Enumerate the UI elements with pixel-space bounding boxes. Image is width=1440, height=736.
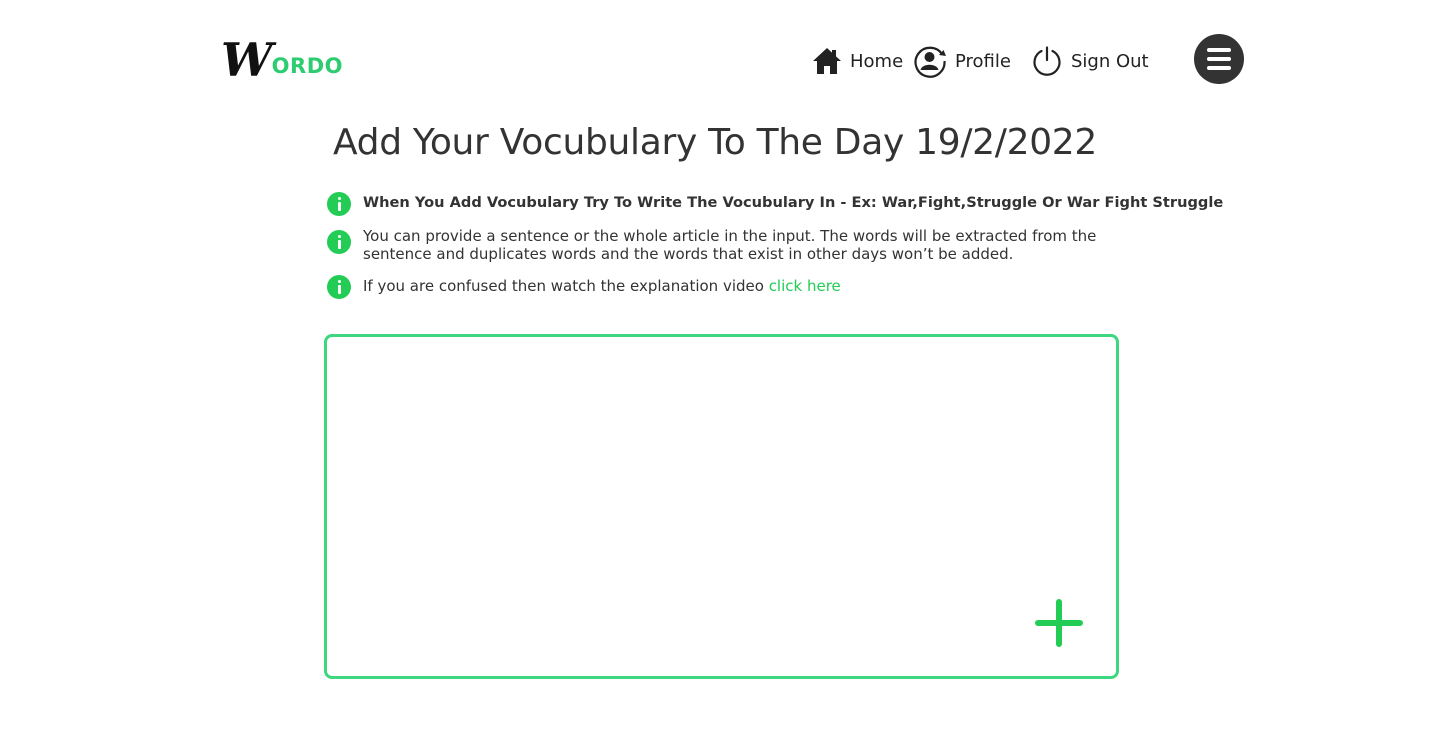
menu-button[interactable] <box>1194 34 1244 84</box>
info-tip-video-label: If you are confused then watch the expla… <box>363 277 769 295</box>
nav-signout-link[interactable]: Sign Out <box>1031 44 1149 78</box>
profile-icon <box>913 44 947 78</box>
nav-signout-label: Sign Out <box>1071 50 1149 72</box>
info-tip-video-text: If you are confused then watch the expla… <box>363 277 841 295</box>
info-tip-video: If you are confused then watch the expla… <box>327 275 1187 299</box>
nav-profile-label: Profile <box>955 50 1011 72</box>
info-icon <box>327 192 351 216</box>
explanation-video-link[interactable]: click here <box>769 277 841 295</box>
info-icon <box>327 275 351 299</box>
power-icon <box>1031 45 1063 77</box>
info-tip-sentence-text: You can provide a sentence or the whole … <box>363 227 1097 263</box>
info-tip-sentence: You can provide a sentence or the whole … <box>327 227 1187 263</box>
logo-text: ORDO <box>271 54 343 78</box>
logo-letter: W <box>221 33 273 87</box>
nav-home-label: Home <box>850 50 904 72</box>
home-icon <box>812 46 842 76</box>
nav-profile-link[interactable]: Profile <box>913 44 1011 78</box>
menu-icon-bar-middle <box>1207 57 1231 61</box>
info-icon <box>327 230 351 254</box>
menu-icon-bar-bottom <box>1207 66 1231 70</box>
vocabulary-input[interactable] <box>327 337 1116 676</box>
add-vocabulary-button[interactable] <box>1035 599 1083 647</box>
info-tip-format-text: When You Add Vocubulary Try To Write The… <box>363 194 1224 211</box>
nav-home-link[interactable]: Home <box>812 44 903 78</box>
menu-icon-bar-top <box>1207 48 1231 52</box>
page-title: Add Your Vocubulary To The Day 19/2/2022 <box>332 122 1098 163</box>
logo[interactable]: W ORDO <box>221 33 343 87</box>
info-tip-format: When You Add Vocubulary Try To Write The… <box>327 192 1223 216</box>
vocabulary-input-box <box>324 334 1119 679</box>
